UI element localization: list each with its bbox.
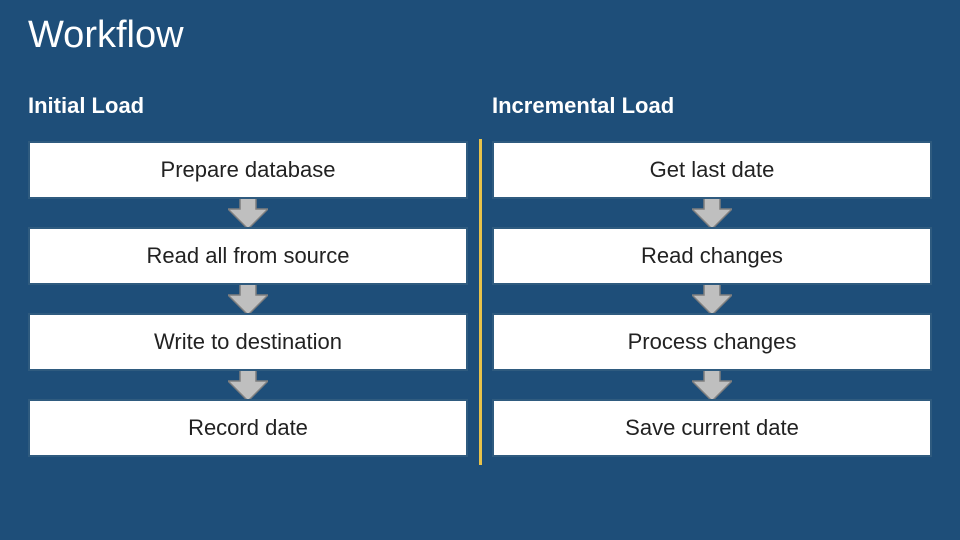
arrow-down-icon [492,371,932,399]
page-title: Workflow [28,14,932,57]
heading-initial-load: Initial Load [28,93,468,119]
step-box: Get last date [492,141,932,199]
step-box: Process changes [492,313,932,371]
step-box: Write to destination [28,313,468,371]
step-box: Prepare database [28,141,468,199]
heading-incremental-load: Incremental Load [492,93,932,119]
arrow-down-icon [28,371,468,399]
slide: Workflow Initial Load Prepare database R… [0,0,960,540]
column-initial-load: Initial Load Prepare database Read all f… [28,93,478,457]
column-divider [479,139,482,465]
arrow-down-icon [492,285,932,313]
step-box: Read changes [492,227,932,285]
arrow-down-icon [28,199,468,227]
column-incremental-load: Incremental Load Get last date Read chan… [478,93,932,457]
step-box: Save current date [492,399,932,457]
arrow-down-icon [492,199,932,227]
steps-initial-load: Prepare database Read all from source Wr… [28,141,468,457]
step-box: Read all from source [28,227,468,285]
arrow-down-icon [28,285,468,313]
steps-incremental-load: Get last date Read changes Process chang… [492,141,932,457]
step-box: Record date [28,399,468,457]
workflow-columns: Initial Load Prepare database Read all f… [28,93,932,457]
